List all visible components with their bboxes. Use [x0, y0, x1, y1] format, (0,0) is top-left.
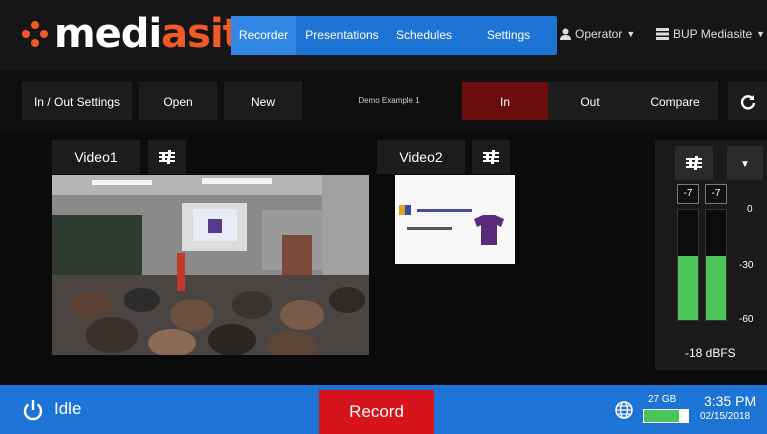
new-button[interactable]: New — [224, 82, 302, 120]
right-level-fill — [706, 256, 726, 320]
recorder-status: Idle — [54, 399, 82, 418]
audio-level-readout: -18 dBFS — [685, 346, 736, 360]
logo-dots-icon — [22, 21, 48, 47]
video2-preview — [377, 175, 534, 264]
server-icon — [656, 28, 669, 40]
main-nav: Recorder Presentations Schedules Setting… — [231, 16, 557, 55]
compare-button[interactable]: Compare — [632, 82, 718, 120]
out-button[interactable]: Out — [548, 82, 632, 120]
caret-down-icon: ▼ — [740, 159, 750, 170]
in-button[interactable]: In — [462, 82, 548, 120]
user-menu[interactable]: Operator ▼ — [560, 27, 635, 41]
clock-time: 3:35 PM — [704, 393, 757, 409]
audio-settings-button[interactable] — [675, 146, 713, 180]
video2-tab[interactable]: Video2 — [377, 140, 465, 174]
chevron-down-icon: ▼ — [756, 29, 766, 39]
clock-date: 02/15/2018 — [700, 411, 751, 422]
sliders-icon — [686, 156, 702, 170]
globe-icon[interactable] — [615, 401, 633, 419]
logo-text: mediasit — [54, 12, 242, 56]
presentation-name: Demo Example 1 — [358, 96, 420, 105]
video2-settings-button[interactable] — [472, 140, 510, 174]
classroom-video-frame — [52, 175, 369, 355]
chevron-down-icon: ▼ — [626, 29, 636, 39]
nav-presentations[interactable]: Presentations — [296, 16, 388, 55]
logo-text-part1: medi — [54, 12, 162, 56]
nav-recorder[interactable]: Recorder — [231, 16, 296, 55]
scale-label-mid: -30 — [739, 260, 754, 271]
scale-label-bottom: -60 — [739, 314, 754, 325]
power-icon[interactable] — [22, 399, 44, 421]
disk-space-label: 27 GB — [648, 394, 677, 405]
nav-settings[interactable]: Settings — [460, 16, 557, 55]
sliders-icon — [483, 150, 499, 164]
scale-label-top: 0 — [747, 204, 753, 215]
audio-dropdown-button[interactable]: ▼ — [727, 146, 763, 180]
video1-settings-button[interactable] — [148, 140, 186, 174]
inout-settings-button[interactable]: In / Out Settings — [22, 82, 132, 120]
app-header: mediasit Recorder Presentations Schedule… — [0, 0, 767, 70]
logo-text-part2: asit — [161, 12, 242, 56]
refresh-icon — [740, 95, 756, 110]
record-button[interactable]: Record — [319, 390, 434, 434]
slide-video-frame — [395, 175, 515, 264]
left-peak-value: -7 — [677, 184, 699, 204]
right-peak-value: -7 — [705, 184, 727, 204]
open-button[interactable]: Open — [139, 82, 217, 120]
mediasite-logo: mediasit — [22, 12, 247, 56]
recorder-toolbar: In / Out Settings Open New Demo Example … — [0, 70, 767, 132]
left-level-fill — [678, 256, 698, 320]
audio-panel: ▼ -7 -7 0 -30 -60 — [655, 140, 767, 370]
sliders-icon — [159, 150, 175, 164]
user-icon — [560, 28, 571, 40]
video1-preview — [52, 175, 369, 355]
nav-schedules[interactable]: Schedules — [388, 16, 460, 55]
site-menu[interactable]: BUP Mediasite ▼ — [656, 27, 765, 41]
site-menu-label: BUP Mediasite — [673, 27, 753, 41]
disk-space-bar — [643, 409, 689, 423]
user-menu-label: Operator — [575, 27, 623, 41]
video1-tab[interactable]: Video1 — [52, 140, 140, 174]
disk-space-fill — [644, 410, 680, 422]
left-level-meter — [677, 209, 699, 321]
right-level-meter — [705, 209, 727, 321]
refresh-button[interactable] — [728, 82, 767, 120]
